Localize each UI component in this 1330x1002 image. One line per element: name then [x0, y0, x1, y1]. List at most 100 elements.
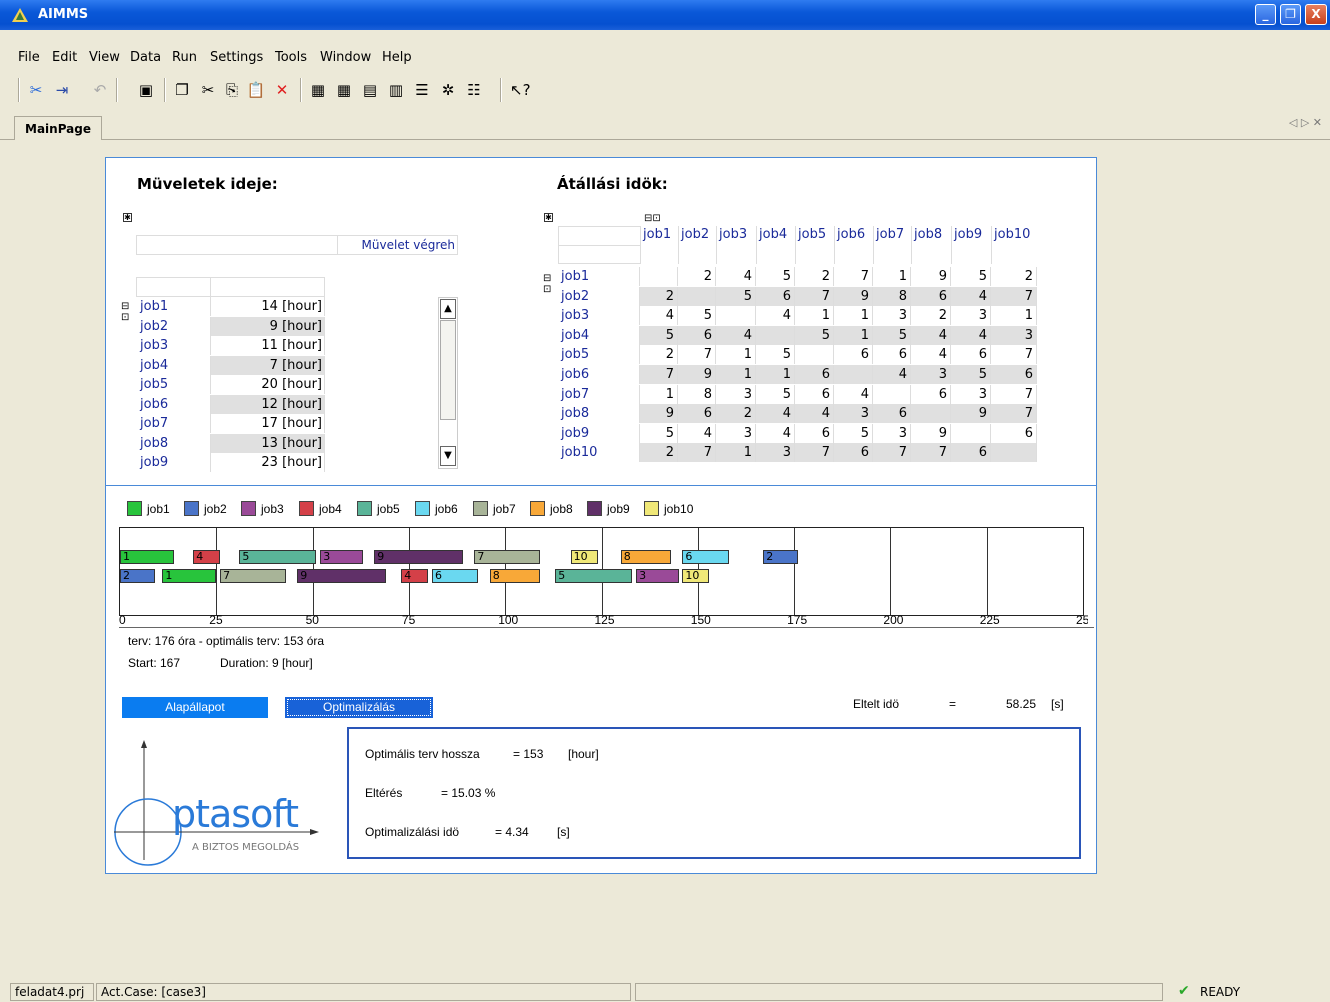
gantt-bar[interactable]: 5	[239, 550, 317, 564]
matrix-cell[interactable]: 2	[640, 345, 678, 365]
template-icon[interactable]: ▥	[386, 80, 406, 100]
matrix-cell[interactable]: 3	[873, 423, 911, 443]
matrix-cell[interactable]: 6	[951, 443, 991, 463]
matrix-col-header[interactable]: job10	[991, 226, 1037, 264]
gantt-bar[interactable]: 4	[401, 569, 429, 583]
column-collapse-icon[interactable]: ⊟⊡	[644, 213, 661, 224]
matrix-cell[interactable]: 5	[756, 345, 795, 365]
matrix-cell[interactable]: 5	[756, 267, 795, 286]
matrix-cell[interactable]: 2	[795, 267, 834, 286]
matrix-cell[interactable]: 5	[951, 365, 991, 384]
matrix-cell[interactable]: 5	[795, 325, 834, 345]
gantt-bar[interactable]: 2	[120, 569, 155, 583]
matrix-row-header[interactable]: job10	[558, 443, 640, 463]
matrix-cell[interactable]: 9	[834, 286, 873, 306]
matrix-cell[interactable]: 7	[873, 443, 911, 463]
undo-icon[interactable]: ↶	[90, 80, 110, 100]
gantt-bar[interactable]: 9	[374, 550, 463, 564]
matrix-cell[interactable]: 1	[716, 443, 756, 463]
matrix-cell[interactable]: 2	[640, 286, 678, 306]
optimize-button[interactable]: Optimalizálás	[285, 697, 433, 718]
matrix-cell[interactable]	[640, 267, 678, 286]
scroll-down-arrow-icon[interactable]: ▼	[440, 446, 456, 466]
matrix-cell[interactable]: 6	[991, 423, 1037, 443]
matrix-cell[interactable]: 5	[756, 384, 795, 404]
matrix-cell[interactable]: 4	[951, 286, 991, 306]
menu-settings[interactable]: Settings	[210, 50, 263, 65]
matrix-cell[interactable]: 8	[678, 384, 716, 404]
matrix-cell[interactable]: 3	[716, 384, 756, 404]
table-icon[interactable]: ▦	[334, 80, 354, 100]
matrix-cell[interactable]: 1	[640, 384, 678, 404]
matrix-cell[interactable]: 3	[911, 365, 951, 384]
matrix-cell[interactable]: 8	[873, 286, 911, 306]
matrix-row-header[interactable]: job2	[558, 286, 640, 306]
matrix-col-header[interactable]: job4	[756, 226, 795, 264]
matrix-cell[interactable]: 6	[873, 345, 911, 365]
op-row-job[interactable]: job4	[137, 356, 210, 375]
matrix-cell[interactable]: 7	[678, 443, 716, 463]
op-row-job[interactable]: job3	[137, 336, 210, 355]
matrix-cell[interactable]: 2	[640, 443, 678, 463]
paste-icon[interactable]: 📋	[246, 80, 266, 100]
matrix-cell[interactable]	[951, 423, 991, 443]
matrix-col-header[interactable]: job6	[834, 226, 873, 264]
matrix-cell[interactable]: 1	[756, 365, 795, 384]
menu-run[interactable]: Run	[172, 50, 197, 65]
gantt-bar[interactable]: 8	[620, 550, 671, 564]
help-pointer-icon[interactable]: ↖?	[510, 80, 531, 100]
matrix-cell[interactable]: 6	[834, 345, 873, 365]
matrix-cell[interactable]: 1	[795, 306, 834, 326]
matrix-cell[interactable]: 9	[911, 267, 951, 286]
matrix-cell[interactable]: 6	[795, 384, 834, 404]
matrix-cell[interactable]: 5	[678, 306, 716, 326]
matrix-cell[interactable]: 3	[991, 325, 1037, 345]
matrix-cell[interactable]: 6	[834, 443, 873, 463]
op-row-job[interactable]: job5	[137, 375, 210, 394]
op-row-value[interactable]: 12 [hour]	[210, 394, 325, 414]
matrix-cell[interactable]: 5	[873, 325, 911, 345]
matrix-col-header[interactable]: job3	[716, 226, 756, 264]
matrix-cell[interactable]: 5	[951, 267, 991, 286]
matrix-cell[interactable]: 9	[678, 365, 716, 384]
matrix-cell[interactable]: 5	[834, 423, 873, 443]
gantt-bar[interactable]: 1	[162, 569, 217, 583]
matrix-cell[interactable]: 6	[873, 404, 911, 424]
matrix-cell[interactable]: 6	[991, 365, 1037, 384]
matrix-cell[interactable]: 3	[834, 404, 873, 424]
matrix-cell[interactable]	[991, 443, 1037, 463]
matrix-cell[interactable]: 6	[911, 384, 951, 404]
close-button[interactable]: X	[1305, 4, 1327, 25]
matrix-cell[interactable]: 7	[640, 365, 678, 384]
matrix-cell[interactable]: 6	[678, 404, 716, 424]
gantt-bar[interactable]: 9	[297, 569, 386, 583]
matrix-cell[interactable]: 3	[756, 443, 795, 463]
matrix-col-header[interactable]: job5	[795, 226, 834, 264]
matrix-cell[interactable]: 4	[756, 404, 795, 424]
matrix-cell[interactable]: 4	[756, 423, 795, 443]
op-row-value[interactable]: 7 [hour]	[210, 355, 325, 375]
gantt-bar[interactable]: 3	[636, 569, 679, 583]
op-row-job[interactable]: job1	[137, 297, 210, 316]
minimize-button[interactable]: _	[1255, 4, 1276, 25]
matrix-cell[interactable]: 4	[834, 384, 873, 404]
matrix-cell[interactable]: 9	[640, 404, 678, 424]
gantt-bar[interactable]: 8	[489, 569, 540, 583]
op-row-job[interactable]: job9	[137, 453, 210, 472]
matrix-cell[interactable]: 2	[678, 267, 716, 286]
gantt-bar[interactable]: 3	[320, 550, 363, 564]
matrix-cell[interactable]: 6	[911, 286, 951, 306]
matrix-cell[interactable]: 7	[678, 345, 716, 365]
matrix-cell[interactable]	[834, 365, 873, 384]
menu-view[interactable]: View	[89, 50, 120, 65]
menu-builder-icon[interactable]: ☰	[412, 80, 432, 100]
row-collapse-icon-2[interactable]: ⊟ ⊡	[543, 273, 551, 295]
matrix-row-header[interactable]: job5	[558, 345, 640, 365]
expand-all-icon[interactable]: ✱	[123, 213, 132, 222]
gantt-bar[interactable]: 2	[763, 550, 798, 564]
op-row-value[interactable]: 14 [hour]	[210, 297, 325, 316]
matrix-cell[interactable]: 1	[991, 306, 1037, 326]
matrix-cell[interactable]: 7	[991, 286, 1037, 306]
tools-icon[interactable]: ✂	[26, 80, 46, 100]
expand-all-icon-2[interactable]: ✱	[544, 213, 553, 222]
